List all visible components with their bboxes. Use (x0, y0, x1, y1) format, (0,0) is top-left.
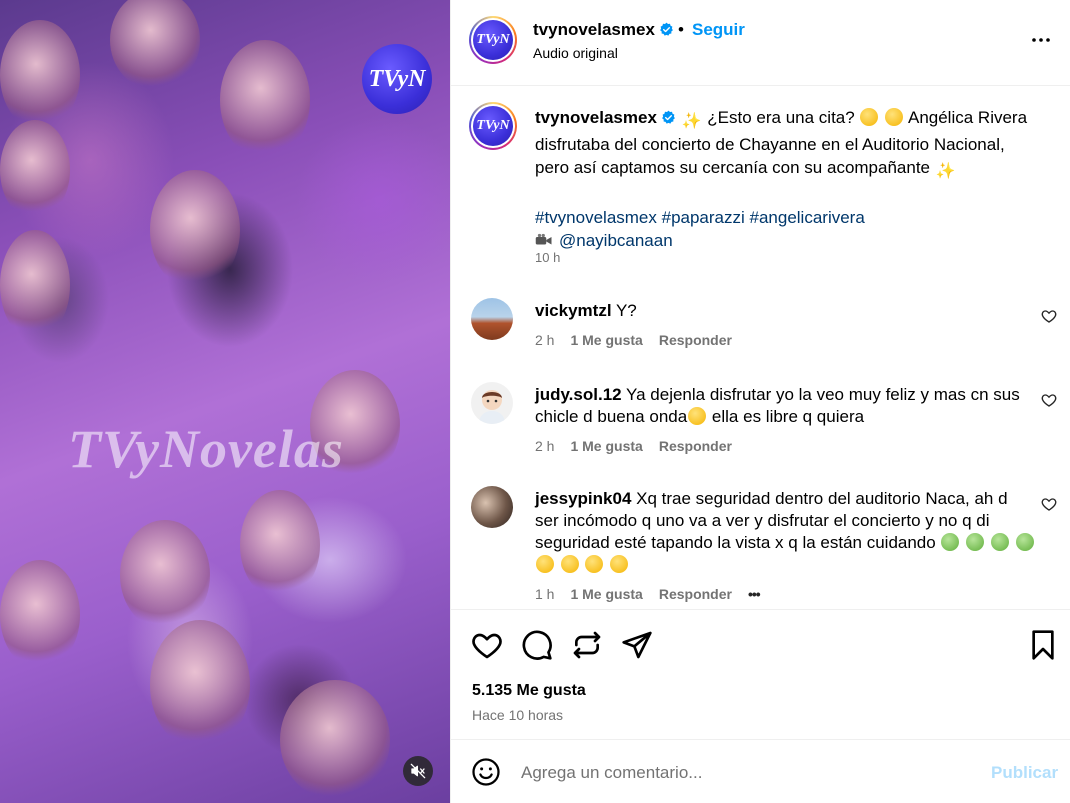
crowd-figure (0, 120, 70, 220)
comment-time: 2 h (535, 332, 555, 348)
post-comment-button[interactable]: Publicar (991, 763, 1058, 783)
share-send-icon[interactable] (621, 629, 653, 661)
commenter-username[interactable]: judy.sol.12 (535, 385, 622, 404)
nauseated-face-emoji-icon (966, 533, 985, 551)
post-panel: TVyN tvynovelasmex • Seguir Audio origin… (450, 0, 1070, 803)
comment-bubble-icon[interactable] (521, 629, 553, 661)
media-logo: TVyN (362, 44, 432, 114)
post-caption: tvynovelasmex ✨ ¿Esto era una cita? Angé… (535, 106, 1035, 252)
reply-button[interactable]: Responder (659, 586, 732, 602)
crowd-figure (280, 680, 390, 800)
pleading-face-emoji-icon (585, 555, 604, 573)
commenter-username[interactable]: vickymtzl (535, 301, 612, 320)
pleading-face-emoji-icon (560, 555, 579, 573)
speaker-muted-icon (410, 763, 426, 779)
crowd-figure (120, 520, 210, 630)
audio-label[interactable]: Audio original (533, 45, 618, 61)
verified-badge-icon (660, 22, 673, 36)
video-camera-emoji-icon (535, 233, 552, 245)
author-avatar[interactable]: TVyN (469, 16, 517, 64)
comment-time: 2 h (535, 438, 555, 454)
caption-avatar[interactable]: TVyN (469, 102, 517, 150)
pleading-face-emoji-icon (610, 555, 629, 573)
caption-hashtags[interactable]: #tvynovelasmex #paparazzi #angelicariver… (535, 208, 865, 227)
comment-meta: 1 h 1 Me gusta Responder ••• (535, 586, 776, 602)
nauseated-face-emoji-icon (1015, 533, 1034, 551)
comment-text: ella es libre q quiera (711, 407, 865, 426)
comment-options-button[interactable]: ••• (748, 586, 761, 602)
more-options-icon[interactable] (1029, 28, 1053, 52)
comment-likes[interactable]: 1 Me gusta (570, 438, 642, 454)
comment-text: Y? (615, 301, 637, 320)
mute-button[interactable] (403, 756, 433, 786)
heart-outline-icon[interactable] (1041, 308, 1057, 324)
post-time: Hace 10 horas (472, 707, 564, 723)
likes-count[interactable]: 5.135 Me gusta (472, 682, 586, 700)
repost-icon[interactable] (571, 629, 603, 661)
character-avatar-icon (479, 390, 505, 424)
caption-text-1: ¿Esto era una cita? (707, 108, 855, 127)
post-media[interactable]: TVyNovelas TVyN (0, 0, 450, 803)
comment-likes[interactable]: 1 Me gusta (570, 586, 642, 602)
comment-meta: 2 h 1 Me gusta Responder (535, 438, 748, 454)
verified-badge-icon (662, 110, 675, 124)
crowd-figure (0, 230, 70, 340)
laughing-face-emoji-icon (688, 407, 707, 425)
reply-button[interactable]: Responder (659, 438, 732, 454)
comments-scroll-area[interactable]: TVyN tvynovelasmex ✨ ¿Esto era una cita?… (451, 86, 1070, 610)
header-separator: • (678, 20, 684, 39)
nauseated-face-emoji-icon (941, 533, 960, 551)
reply-button[interactable]: Responder (659, 332, 732, 348)
flushed-face-emoji-icon (860, 108, 879, 126)
like-heart-icon[interactable] (471, 629, 503, 661)
crowd-figure (150, 620, 250, 750)
pleading-face-emoji-icon (536, 555, 554, 573)
heart-outline-icon[interactable] (1041, 392, 1057, 408)
comment-meta: 2 h 1 Me gusta Responder (535, 332, 748, 348)
author-username[interactable]: tvynovelasmex (533, 20, 674, 40)
crowd-figure (0, 560, 80, 670)
emoji-picker-icon[interactable] (471, 757, 501, 787)
heart-outline-icon[interactable] (1041, 496, 1057, 512)
crowd-figure (240, 490, 320, 600)
commenter-avatar[interactable] (471, 486, 513, 528)
post-header: TVyN tvynovelasmex • Seguir Audio origin… (451, 0, 1070, 86)
comment-input[interactable] (521, 759, 961, 787)
caption-mention[interactable]: @nayibcanaan (559, 231, 673, 250)
sparkles-emoji-icon: ✨ (935, 163, 956, 180)
sparkles-emoji-icon: ✨ (681, 113, 702, 130)
caption-username[interactable]: tvynovelasmex (535, 108, 657, 127)
save-bookmark-icon[interactable] (1027, 629, 1059, 661)
caption-timestamp: 10 h (535, 250, 561, 265)
crowd-figure (110, 0, 200, 90)
crowd-figure (150, 170, 240, 290)
post-actions: 5.135 Me gusta Hace 10 horas (451, 612, 1070, 740)
comment-likes[interactable]: 1 Me gusta (570, 332, 642, 348)
follow-button[interactable]: Seguir (692, 20, 745, 40)
crowd-figure (0, 20, 80, 130)
comment-composer: Publicar (451, 741, 1070, 803)
nauseated-face-emoji-icon (990, 533, 1009, 551)
crowd-figure (220, 40, 310, 160)
comment-time: 1 h (535, 586, 555, 602)
commenter-username[interactable]: jessypink04 (535, 489, 631, 508)
media-watermark: TVyNovelas (68, 419, 344, 479)
commenter-avatar[interactable] (471, 298, 513, 340)
commenter-avatar[interactable] (471, 382, 513, 424)
hand-over-mouth-emoji-icon (885, 108, 904, 126)
